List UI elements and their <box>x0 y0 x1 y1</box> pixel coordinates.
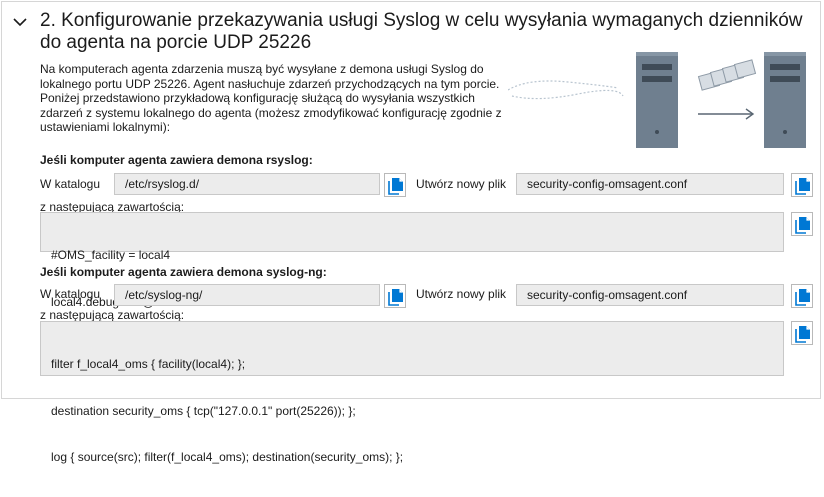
code-line: #OMS_facility = local4 <box>51 248 171 262</box>
syslogng-heading: Jeśli komputer agenta zawiera demona sys… <box>40 265 327 279</box>
code-line: destination security_oms { tcp("127.0.0.… <box>51 403 356 418</box>
copy-icon <box>795 217 810 234</box>
description-line: zdarzeń z systemu lokalnego do agenta (m… <box>40 105 502 120</box>
rsyslog-dir-field[interactable]: /etc/rsyslog.d/ <box>114 173 380 195</box>
copy-icon <box>388 178 403 195</box>
rsyslog-file-label: Utwórz nowy plik <box>416 177 507 191</box>
syslogng-dir-label: W katalogu <box>40 287 101 301</box>
description: Na komputerach agenta zdarzenia muszą by… <box>40 62 510 135</box>
syslogng-file-field[interactable]: security-config-omsagent.conf <box>516 284 784 306</box>
description-line: ustawieniami lokalnymi): <box>40 120 171 135</box>
copy-icon <box>795 289 810 306</box>
arrow-right-icon <box>698 108 755 120</box>
copy-syslogng-file-button[interactable] <box>791 284 813 308</box>
copy-syslogng-content-button[interactable] <box>791 321 813 345</box>
rsyslog-dir-label: W katalogu <box>40 177 101 191</box>
copy-rsyslog-dir-button[interactable] <box>384 173 406 197</box>
copy-icon <box>795 178 810 195</box>
syslog-config-panel: 2. Konfigurowanie przekazywania usługi S… <box>1 1 821 464</box>
description-line: lokalnego portu UDP 25226. Agent nasłuch… <box>40 76 500 91</box>
copy-rsyslog-content-button[interactable] <box>791 212 813 236</box>
copy-rsyslog-file-button[interactable] <box>791 173 813 197</box>
rsyslog-content-block[interactable]: #OMS_facility = local4 local4.debug @127… <box>40 212 784 309</box>
rsyslog-file-field[interactable]: security-config-omsagent.conf <box>516 173 784 195</box>
server-icon <box>764 52 806 148</box>
code-line: filter f_local4_oms { facility(local4); … <box>51 357 246 371</box>
syslogng-content-block[interactable]: filter f_local4_oms { facility(local4); … <box>40 321 784 464</box>
section-title: 2. Konfigurowanie przekazywania usługi S… <box>40 10 803 53</box>
code-line: log { source(src); filter(f_local4_oms);… <box>51 450 404 464</box>
syslogng-dir-field[interactable]: /etc/syslog-ng/ <box>114 284 380 306</box>
server-icon <box>636 52 678 148</box>
rsyslog-heading: Jeśli komputer agenta zawiera demona rsy… <box>40 153 313 167</box>
server-forwarding-illustration <box>508 52 806 148</box>
copy-icon <box>795 326 810 343</box>
syslogng-content-label: z następującą zawartością: <box>40 308 185 322</box>
description-line: Na komputerach agenta zdarzenia muszą by… <box>40 62 484 76</box>
description-line: Poniżej przedstawiono przykładową konfig… <box>40 91 475 106</box>
documents-icon <box>697 59 757 91</box>
chevron-down-icon[interactable] <box>12 16 28 28</box>
syslogng-file-label: Utwórz nowy plik <box>416 287 507 301</box>
copy-icon <box>388 289 403 306</box>
copy-syslogng-dir-button[interactable] <box>384 284 406 308</box>
